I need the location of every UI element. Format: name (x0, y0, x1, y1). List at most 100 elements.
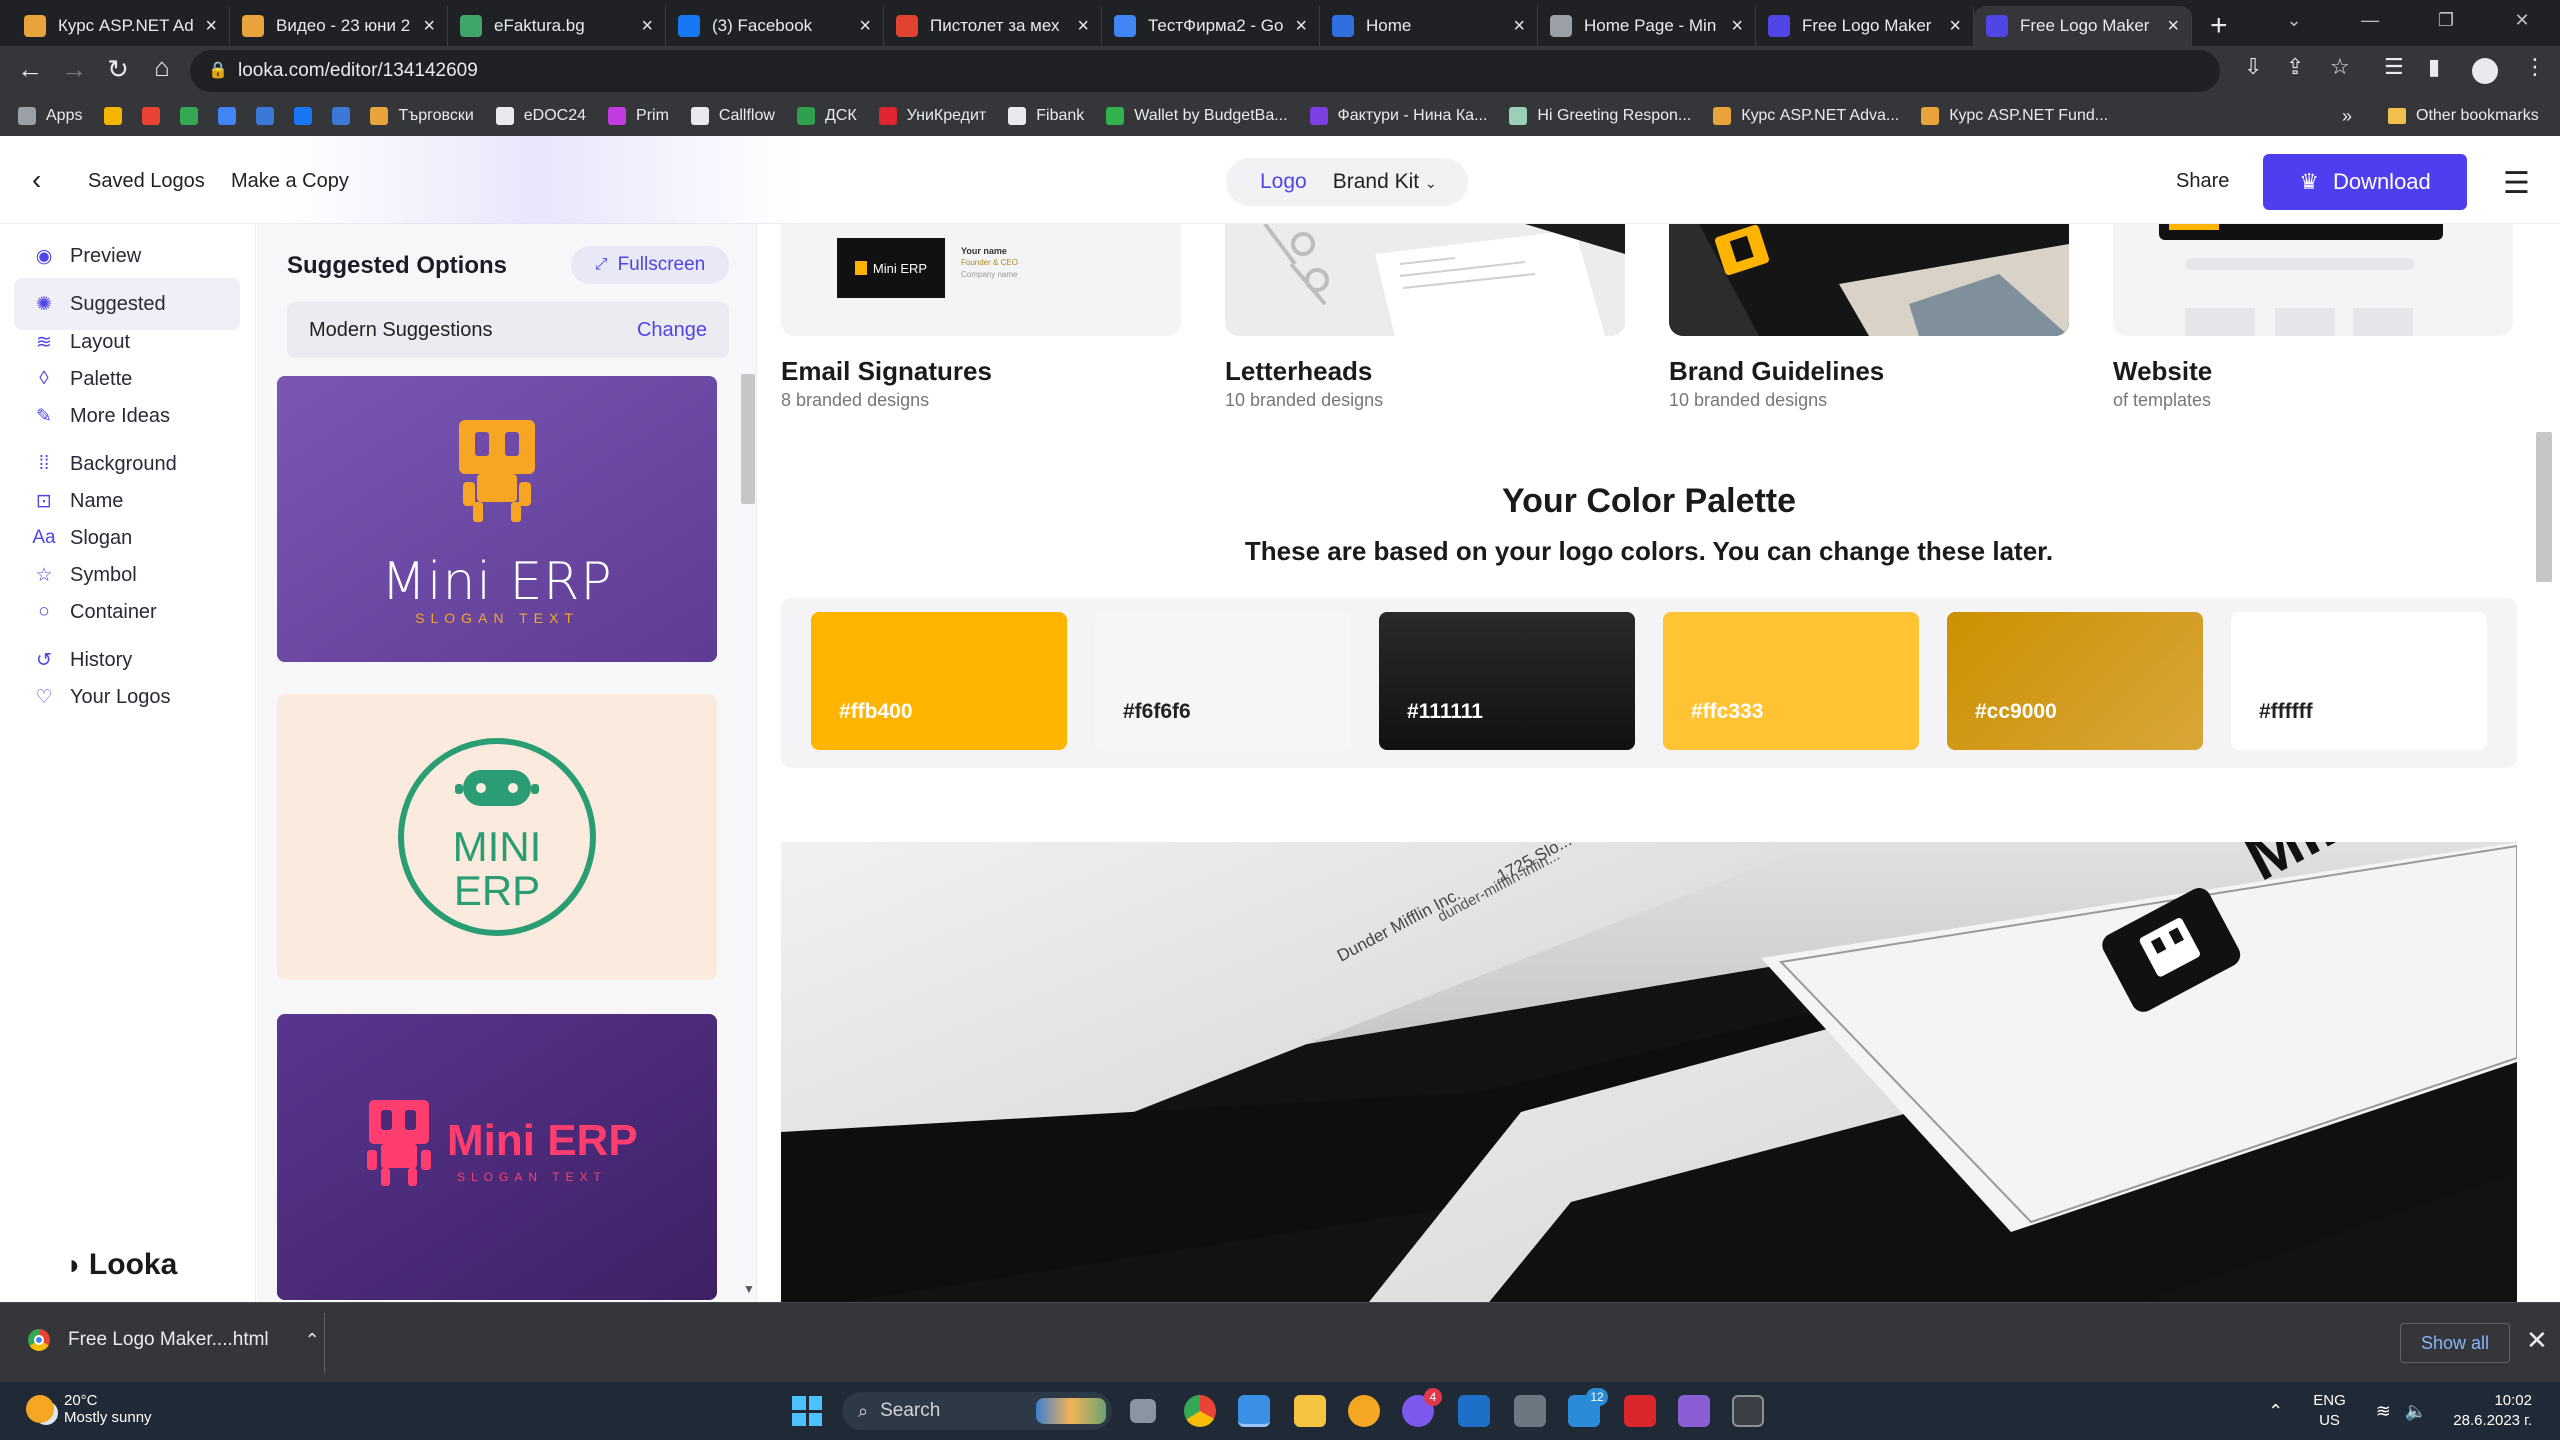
bookmark-item[interactable]: Callflow (690, 107, 775, 125)
browser-tab[interactable]: Курс ASP.NET Ad × (12, 6, 230, 46)
side-panel-icon[interactable]: ▮ (2428, 54, 2440, 80)
notepad-taskbar-icon[interactable] (1238, 1395, 1270, 1427)
color-swatch[interactable]: #ffb400 (811, 612, 1067, 750)
tab-brand-kit[interactable]: Brand Kit ⌄ (1333, 170, 1437, 194)
bookmark-item[interactable]: Курс ASP.NET Adva... (1713, 107, 1899, 125)
browser-tab[interactable]: (3) Facebook × (666, 6, 884, 46)
volume-icon[interactable]: 🔈 (2405, 1401, 2427, 1422)
reading-list-icon[interactable]: ☰ (2384, 54, 2404, 80)
browser-tab[interactable]: Home × (1320, 6, 1538, 46)
minimize-button[interactable]: — (2332, 0, 2408, 40)
browser-tab[interactable]: Free Logo Maker × (1756, 6, 1974, 46)
bookmark-item[interactable]: ДСК (796, 107, 857, 125)
acrobat-icon[interactable] (1624, 1395, 1656, 1427)
browser-tab[interactable]: Пистолет за мех × (884, 6, 1102, 46)
close-tab-icon[interactable]: × (1295, 15, 1307, 38)
outlook-icon[interactable] (1458, 1395, 1490, 1427)
change-mode-link[interactable]: Change (637, 319, 707, 342)
browser-tab[interactable]: Видео - 23 юни 2 × (230, 6, 448, 46)
saved-logos-link[interactable]: Saved Logos (88, 170, 205, 193)
close-tab-icon[interactable]: × (859, 15, 871, 38)
tab-logo[interactable]: Logo (1260, 170, 1307, 194)
chrome-menu-icon[interactable]: ⋮ (2524, 54, 2546, 80)
suggestion-card[interactable]: Mini ERP SLOGAN TEXT (277, 1014, 717, 1300)
clock[interactable]: 10:02 28.6.2023 г. (2453, 1391, 2532, 1431)
back-arrow-icon[interactable]: ‹ (32, 164, 41, 196)
bookmark-item[interactable] (104, 107, 132, 125)
task-view-icon[interactable] (1130, 1399, 1156, 1423)
close-tab-icon[interactable]: × (2167, 15, 2179, 38)
close-tab-icon[interactable]: × (1731, 15, 1743, 38)
close-tab-icon[interactable]: × (423, 15, 435, 38)
browser-tab[interactable]: eFaktura.bg × (448, 6, 666, 46)
home-icon[interactable]: ⌂ (134, 52, 190, 83)
bookmark-item[interactable]: Prim (608, 107, 669, 125)
sidebar-item-your-logos[interactable]: ♡ Your Logos (14, 671, 240, 723)
close-tab-icon[interactable]: × (1949, 15, 1961, 38)
bookmark-item[interactable] (180, 107, 208, 125)
chrome-taskbar-icon[interactable] (1184, 1395, 1216, 1427)
browser-tab[interactable]: Home Page - Min × (1538, 6, 1756, 46)
calculator-icon[interactable] (1514, 1395, 1546, 1427)
new-tab-button[interactable]: + (2210, 6, 2228, 46)
wifi-icon[interactable]: ≋ (2376, 1401, 2391, 1422)
download-item[interactable]: Free Logo Maker....html ⌃ (28, 1329, 320, 1351)
chevron-up-icon[interactable]: ⌃ (305, 1330, 320, 1351)
maximize-button[interactable]: ❐ (2408, 0, 2484, 40)
tray-overflow-icon[interactable]: ⌃ (2268, 1401, 2283, 1422)
bookmark-item[interactable]: Apps (18, 107, 82, 125)
color-swatch[interactable]: #111111 (1379, 612, 1635, 750)
close-tab-icon[interactable]: × (205, 15, 217, 38)
brand-guidelines-thumbnail[interactable] (1669, 224, 2069, 336)
browser-tab[interactable]: Free Logo Maker × (1974, 6, 2192, 46)
website-thumbnail[interactable] (2113, 224, 2513, 336)
download-button[interactable]: ♛ Download (2263, 154, 2467, 210)
visual-studio-icon[interactable] (1678, 1395, 1710, 1427)
bookmark-item[interactable]: Hi Greeting Respon... (1509, 107, 1691, 125)
color-swatch[interactable]: #ffc333 (1663, 612, 1919, 750)
bookmark-item[interactable] (218, 107, 246, 125)
close-tab-icon[interactable]: × (1513, 15, 1525, 38)
close-tab-icon[interactable]: × (641, 15, 653, 38)
main-scrollbar-thumb[interactable] (2536, 432, 2552, 582)
weather-app-icon[interactable] (1348, 1395, 1380, 1427)
terminal-icon[interactable] (1732, 1395, 1764, 1427)
color-swatch[interactable]: #cc9000 (1947, 612, 2203, 750)
share-button[interactable]: Share (2176, 170, 2229, 193)
bookmark-item[interactable]: Фактури - Нина Ка... (1309, 107, 1487, 125)
bookmark-item[interactable] (294, 107, 322, 125)
bookmark-item[interactable]: eDOC24 (495, 107, 586, 125)
close-downloads-icon[interactable]: ✕ (2526, 1325, 2548, 1356)
bookmark-item[interactable] (142, 107, 170, 125)
tab-search-icon[interactable]: ⌄ (2256, 0, 2332, 40)
profile-avatar-icon[interactable] (2472, 58, 2498, 84)
bookmark-item[interactable]: Курс ASP.NET Fund... (1921, 107, 2108, 125)
taskbar-search[interactable]: ⌕ Search (842, 1392, 1112, 1430)
close-tab-icon[interactable]: × (1077, 15, 1089, 38)
panel-scrollbar-thumb[interactable] (741, 374, 755, 504)
suggestion-card[interactable]: Mini ERP SLOGAN TEXT (277, 376, 717, 662)
bookmark-item[interactable]: Wallet by BudgetBa... (1106, 107, 1288, 125)
sidebar-item-preview[interactable]: ◉ Preview (14, 230, 240, 282)
install-app-icon[interactable]: ⇩ (2244, 54, 2262, 80)
start-windows-icon[interactable] (792, 1396, 822, 1426)
bookmark-item[interactable]: Fibank (1008, 107, 1084, 125)
file-explorer-icon[interactable] (1294, 1395, 1326, 1427)
url-bar[interactable]: 🔒 looka.com/editor/134142609 (190, 50, 2220, 92)
sidebar-item-more-ideas[interactable]: ✎ More Ideas (14, 390, 240, 442)
scroll-down-arrow-icon[interactable]: ▼ (743, 1282, 755, 1296)
fullscreen-button[interactable]: ⤢ Fullscreen (571, 246, 729, 284)
language-indicator[interactable]: ENG US (2313, 1391, 2346, 1431)
color-swatch[interactable]: #f6f6f6 (1095, 612, 1351, 750)
browser-tab[interactable]: ТестФирма2 - Go × (1102, 6, 1320, 46)
color-swatch[interactable]: #ffffff (2231, 612, 2487, 750)
bookmark-item[interactable]: Търговски (370, 107, 474, 125)
sidebar-item-container[interactable]: ○ Container (14, 586, 240, 638)
close-window-button[interactable]: ✕ (2484, 0, 2560, 40)
bookmark-item[interactable]: УниКредит (878, 107, 986, 125)
share-page-icon[interactable]: ⇪ (2286, 54, 2304, 80)
bookmark-item[interactable] (332, 107, 360, 125)
letterhead-thumbnail[interactable] (1225, 224, 1625, 336)
show-all-button[interactable]: Show all (2400, 1323, 2510, 1363)
lock-icon[interactable]: 🔒 (208, 60, 228, 80)
